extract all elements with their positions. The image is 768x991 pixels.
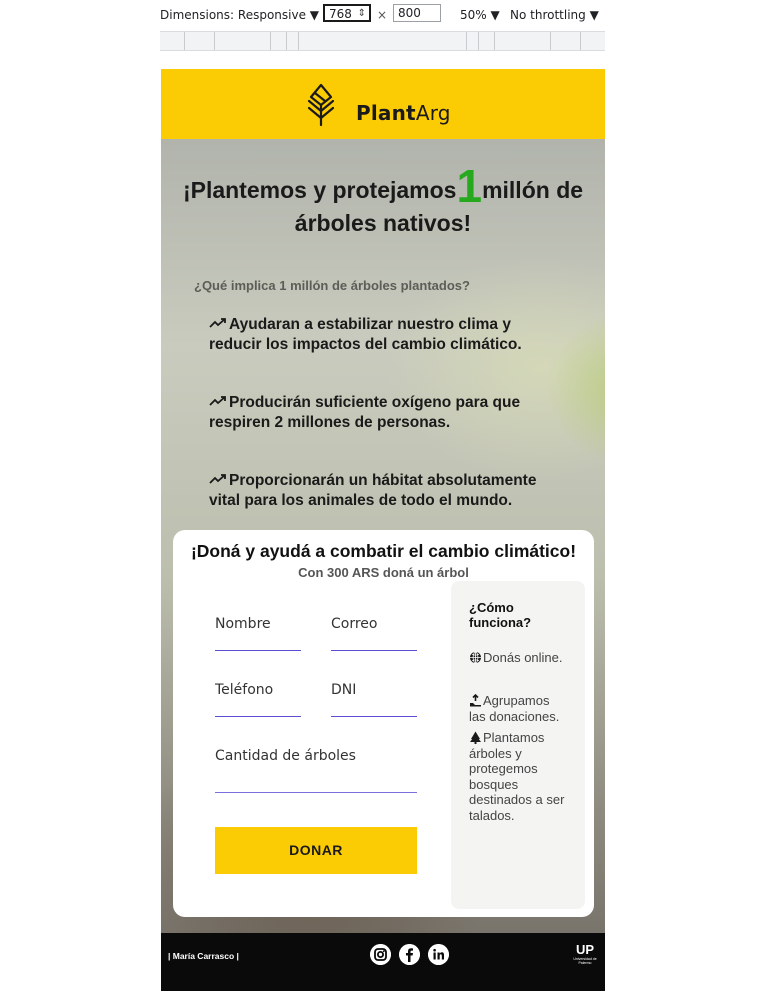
name-underline xyxy=(215,650,301,651)
zoom-dropdown[interactable]: 50% ▼ xyxy=(460,8,500,22)
trending-up-icon xyxy=(209,318,226,328)
ruler-segment xyxy=(466,32,467,50)
hand-holding-icon xyxy=(470,694,481,707)
phone-underline xyxy=(215,716,301,717)
ruler-segment xyxy=(214,32,215,50)
brand-name-bold: Plant xyxy=(356,101,416,125)
ruler-segment xyxy=(286,32,287,50)
height-input[interactable]: 800 xyxy=(393,4,441,22)
donation-title: ¡Doná y ayudá a combatir el cambio climá… xyxy=(190,541,577,561)
how-it-works-title: ¿Cómo funciona? xyxy=(469,600,532,630)
hero-title: ¡Plantemos y protejamos1millón de árbole… xyxy=(171,163,595,240)
site-footer: | María Carrasco | UP Universidad de Pal… xyxy=(161,933,605,991)
page-viewport: PlantArg ¡Plantemos y protejamos1millón … xyxy=(161,69,605,991)
throttling-dropdown[interactable]: No throttling ▼ xyxy=(510,8,599,22)
phone-label: Teléfono xyxy=(215,682,274,698)
dni-label: DNI xyxy=(331,682,357,698)
tree-quantity-label: Cantidad de árboles xyxy=(215,748,356,764)
media-query-ruler[interactable] xyxy=(160,31,605,51)
brand-name[interactable]: PlantArg xyxy=(356,101,451,125)
ruler-segment xyxy=(580,32,581,50)
instagram-icon[interactable] xyxy=(370,944,391,965)
university-logo-text: Universidad de Palermo xyxy=(573,957,597,965)
university-logo-mark: UP xyxy=(575,942,595,957)
dni-underline xyxy=(331,716,417,717)
ruler-segment xyxy=(270,32,271,50)
times-separator: × xyxy=(377,8,388,22)
hero-title-part1: ¡Plantemos y protejamos xyxy=(182,177,457,203)
how-step: Donás online. xyxy=(469,650,569,666)
trending-up-icon xyxy=(209,396,226,406)
hero-title-number: 1 xyxy=(456,160,483,212)
spinner-icon[interactable]: ⇕ xyxy=(358,6,366,22)
ruler-segment xyxy=(550,32,551,50)
facebook-icon[interactable] xyxy=(399,944,420,965)
dimensions-dropdown[interactable]: Dimensions: Responsive ▼ xyxy=(160,8,319,22)
university-logo[interactable]: UP Universidad de Palermo xyxy=(571,943,599,965)
ruler-segment xyxy=(184,32,185,50)
donation-card: ¡Doná y ayudá a combatir el cambio climá… xyxy=(173,530,594,917)
benefit-item: Proporcionarán un hábitat absolutamente … xyxy=(209,471,549,511)
donation-subtitle: Con 300 ARS doná un árbol xyxy=(298,565,469,580)
benefit-item: Ayudaran a estabilizar nuestro clima y r… xyxy=(209,315,549,355)
brand-name-thin: Arg xyxy=(415,101,451,125)
site-header: PlantArg xyxy=(161,69,605,139)
devtools-device-toolbar: Dimensions: Responsive ▼ 768 ⇕ × 800 50%… xyxy=(160,0,605,30)
how-step: Plantamos árboles y protegemos bosques d… xyxy=(469,730,569,823)
hero-question: ¿Qué implica 1 millón de árboles plantad… xyxy=(194,278,470,293)
tree-quantity-underline xyxy=(215,792,417,793)
how-step-text: Donás online. xyxy=(483,650,563,665)
width-input[interactable]: 768 ⇕ xyxy=(323,4,371,22)
how-step-text: Agrupamos las donaciones. xyxy=(469,693,560,724)
trending-up-icon xyxy=(209,474,226,484)
linkedin-icon[interactable] xyxy=(428,944,449,965)
ruler-segment xyxy=(478,32,479,50)
ruler-segment xyxy=(298,32,299,50)
email-label: Correo xyxy=(331,616,378,632)
how-it-works-panel: ¿Cómo funciona? Donás online. Agrupamos … xyxy=(451,581,585,909)
benefit-item: Producirán suficiente oxígeno para que r… xyxy=(209,393,549,433)
name-label: Nombre xyxy=(215,616,271,632)
author-credit: | María Carrasco | xyxy=(168,951,239,961)
donate-button[interactable]: DONAR xyxy=(215,827,417,874)
leaf-logo-icon[interactable] xyxy=(303,81,339,127)
ruler-segment xyxy=(494,32,495,50)
width-value: 768 xyxy=(329,7,352,21)
how-step-text: Plantamos árboles y protegemos bosques d… xyxy=(469,730,565,823)
benefit-text: Proporcionarán un hábitat absolutamente … xyxy=(209,472,537,509)
benefit-text: Ayudaran a estabilizar nuestro clima y r… xyxy=(209,316,522,353)
tree-icon xyxy=(470,731,481,744)
email-underline xyxy=(331,650,417,651)
globe-icon xyxy=(470,651,481,664)
how-step: Agrupamos las donaciones. xyxy=(469,693,569,724)
benefit-text: Producirán suficiente oxígeno para que r… xyxy=(209,394,521,431)
